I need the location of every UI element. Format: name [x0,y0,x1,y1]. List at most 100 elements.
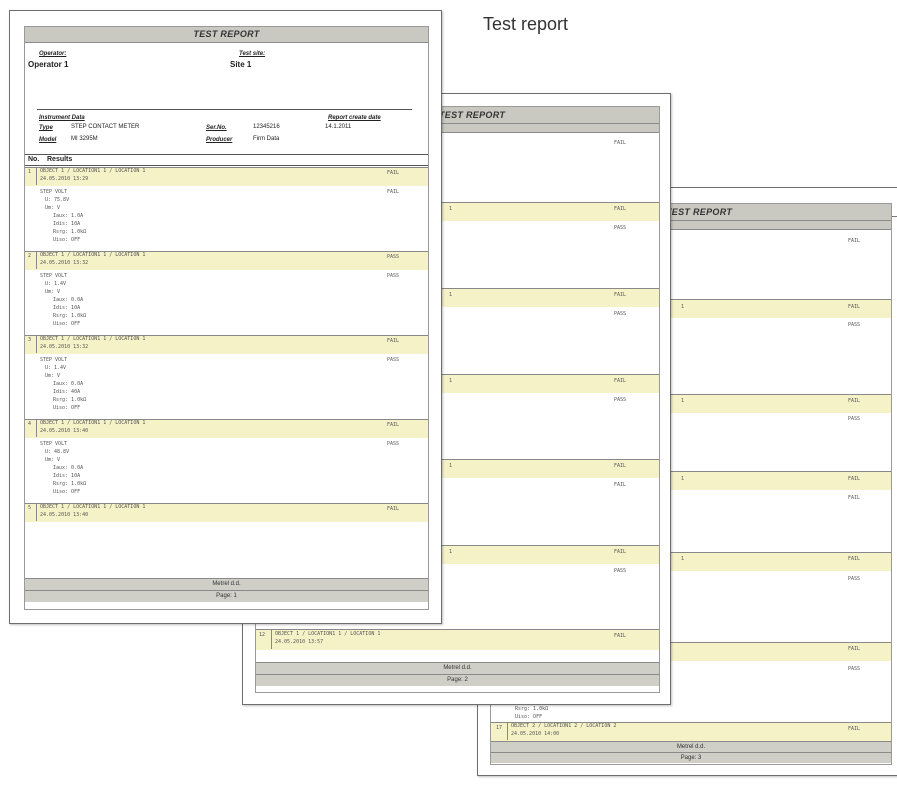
status-text: PASS [614,311,627,317]
status-text: FAIL [848,304,861,310]
type-value: STEP CONTACT METER [71,124,140,130]
status-text: FAIL [848,495,861,501]
page-3-number: Page: 3 [491,752,891,763]
status-text: PASS [614,568,627,574]
column-results: Results [47,156,73,163]
status-text: FAIL [848,556,861,562]
model-value: MI 3295M [71,136,98,142]
measure-line: Um: V [45,457,61,463]
measure-line: Um: V [45,289,61,295]
row-number: 1 [28,169,32,175]
measure-line: Iaux: 1.0A [53,213,84,219]
page-2-number: Page: 2 [256,674,659,686]
status-text: FAIL [614,292,627,298]
status-text: PASS [387,273,400,279]
status-text: FAIL [848,398,861,404]
step-label: STEP VOLT [40,273,68,279]
status-text: FAIL [387,506,400,512]
measure-line: Rsrg: 1.0kΩ [53,229,87,235]
status-text: FAIL [614,482,627,488]
status-text: FAIL [614,206,627,212]
measure-line: U: 75.8V [45,197,70,203]
status-text: PASS [848,322,861,328]
page-1-frame: TEST REPORT Operator: Operator 1 Test si… [24,26,429,610]
measure-line: Idis: 10A [53,305,81,311]
row-number: 2 [28,253,32,259]
report-date-label: Report create date [328,115,381,121]
row-date: 24.05.2010 13:32 [40,260,89,266]
status-text: FAIL [848,476,861,482]
page-1-number: Page: 1 [25,590,428,602]
page-1-company: Metrel d.d. [25,578,428,590]
measure-line: U: 48.8V [45,449,70,455]
row-date: 24.05.2010 13:40 [40,428,89,434]
testsite-label: Test site: [239,51,266,57]
measure-line: Uiso: OFF [53,237,81,243]
measure-line: Iaux: 0.0A [53,465,84,471]
row-date: 24.05.2010 13:57 [275,639,324,645]
serial-label: Ser.No. [206,125,227,131]
row-mark: 1 [681,304,685,310]
row-mark: 1 [449,463,453,469]
row-header: OBJECT 1 / LOCATION1 1 / LOCATION 1 [40,336,146,342]
type-label: Type [39,125,53,131]
measure-line: Iaux: 0.0A [53,297,84,303]
row-number: 4 [28,421,32,427]
measure-line: Rsrg: 1.0kΩ [53,313,87,319]
measure-line: Idis: 40A [53,389,81,395]
step-label: STEP VOLT [40,441,68,447]
row-number: 5 [28,505,32,511]
row-number: 17 [496,725,503,731]
row-number: 3 [28,337,32,343]
row-header: OBJECT 1 / LOCATION1 1 / LOCATION 1 [40,420,146,426]
column-no: No. [28,156,40,163]
producer-label: Producer [206,137,233,143]
producer-value: Firm Data [253,136,280,142]
caption: Test report [483,14,569,34]
status-text: PASS [614,225,627,231]
row-header: OBJECT 1 / LOCATION1 1 / LOCATION 1 [275,631,381,637]
step-label: STEP VOLT [40,357,68,363]
page-2-company: Metrel d.d. [256,662,659,674]
row-header: OBJECT 2 / LOCATION1 2 / LOCATION 2 [511,723,617,729]
measure-line: U: 1.4V [45,281,67,287]
testsite-value: Site 1 [230,60,252,69]
row-date: 24.05.2010 14:00 [511,731,560,737]
measure-line: Uiso: OFF [53,321,81,327]
measure-line: Rsrg: 1.0kΩ [53,397,87,403]
status-text: PASS [848,666,861,672]
measure-line: Uiso: OFF [53,489,81,495]
status-text: FAIL [848,646,861,652]
row-mark: 1 [681,476,685,482]
report-page-1: TEST REPORT Operator: Operator 1 Test si… [9,10,442,624]
row-mark: 1 [681,398,685,404]
row-mark: 1 [449,292,453,298]
row-header: OBJECT 1 / LOCATION1 1 / LOCATION 1 [40,504,146,510]
status-text: FAIL [614,549,627,555]
measure-line: Idis: 10A [53,473,81,479]
row-text: Uiso: OFF [515,714,543,720]
status-text: FAIL [848,726,861,732]
page-1-title: TEST REPORT [25,27,428,43]
status-text: PASS [614,397,627,403]
operator-value: Operator 1 [28,60,69,69]
row-date: 24.05.2010 13:29 [40,176,89,182]
instrument-label: Instrument Data [39,115,85,121]
status-text: PASS [387,441,400,447]
status-text: FAIL [387,170,400,176]
status-text: FAIL [614,378,627,384]
measure-line: Um: V [45,205,61,211]
measure-line: Iaux: 0.0A [53,381,84,387]
status-text: FAIL [387,338,400,344]
measure-line: Uiso: OFF [53,405,81,411]
status-text: PASS [848,416,861,422]
status-text: FAIL [387,189,400,195]
status-text: PASS [387,254,400,260]
row-date: 24.05.2010 13:40 [40,512,89,518]
measure-line: Um: V [45,373,61,379]
row-header: OBJECT 1 / LOCATION1 1 / LOCATION 1 [40,168,146,174]
status-text: FAIL [614,140,627,146]
operator-label: Operator: [39,51,67,57]
row-mark: 1 [449,378,453,384]
serial-value: 12345216 [253,124,280,130]
